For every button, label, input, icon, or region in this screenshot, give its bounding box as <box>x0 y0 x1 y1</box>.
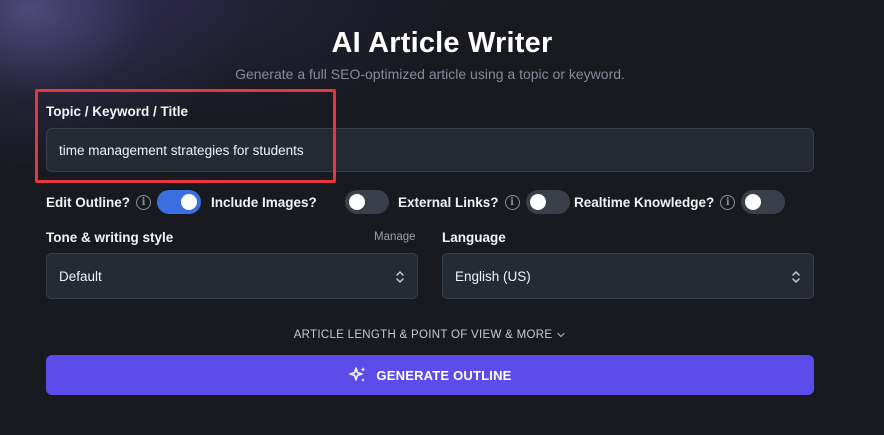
toggle-label: Edit Outline? <box>46 194 130 210</box>
switch-knob <box>529 194 546 210</box>
info-icon[interactable]: i <box>504 194 520 210</box>
tone-label: Tone & writing style <box>46 230 174 245</box>
toggle-include-images: Include Images? <box>211 190 389 214</box>
toggle-label: External Links? <box>398 194 499 210</box>
more-options-toggle[interactable]: ARTICLE LENGTH & POINT OF VIEW & MORE <box>0 329 860 341</box>
switch-knob <box>745 194 762 210</box>
toggle-label: Include Images? <box>211 194 317 210</box>
topic-input[interactable] <box>46 128 814 172</box>
toggle-realtime-knowledge: Realtime Knowledge? i <box>574 190 786 214</box>
chevron-up-down-icon <box>792 271 800 283</box>
switch-knob <box>348 194 365 210</box>
info-icon[interactable]: i <box>136 194 151 210</box>
tone-select-value: Default <box>59 269 102 284</box>
include-images-switch[interactable] <box>344 190 389 214</box>
chevron-up-down-icon <box>396 271 404 283</box>
tone-select[interactable]: Default <box>46 253 418 299</box>
realtime-knowledge-switch[interactable] <box>741 190 786 214</box>
generate-outline-button[interactable]: GENERATE OUTLINE <box>46 355 814 395</box>
topic-label: Topic / Keyword / Title <box>46 104 189 119</box>
info-icon[interactable]: i <box>720 194 736 210</box>
sparkles-icon <box>349 367 366 382</box>
external-links-switch[interactable] <box>525 190 570 214</box>
edit-outline-switch[interactable] <box>157 190 201 214</box>
page-subtitle: Generate a full SEO-optimized article us… <box>235 66 625 82</box>
language-select-value: English (US) <box>455 269 531 284</box>
manage-tone-link[interactable]: Manage <box>374 231 416 243</box>
chevron-down-icon <box>557 332 565 338</box>
language-select[interactable]: English (US) <box>442 253 814 299</box>
more-options-label: ARTICLE LENGTH & POINT OF VIEW & MORE <box>293 329 553 341</box>
page-title: AI Article Writer <box>331 27 553 59</box>
toggle-external-links: External Links? i <box>398 190 570 214</box>
language-label: Language <box>442 230 506 245</box>
generate-outline-label: GENERATE OUTLINE <box>376 367 512 383</box>
toggle-edit-outline: Edit Outline? i <box>46 190 201 214</box>
switch-knob <box>181 194 197 210</box>
toggle-label: Realtime Knowledge? <box>574 194 715 210</box>
